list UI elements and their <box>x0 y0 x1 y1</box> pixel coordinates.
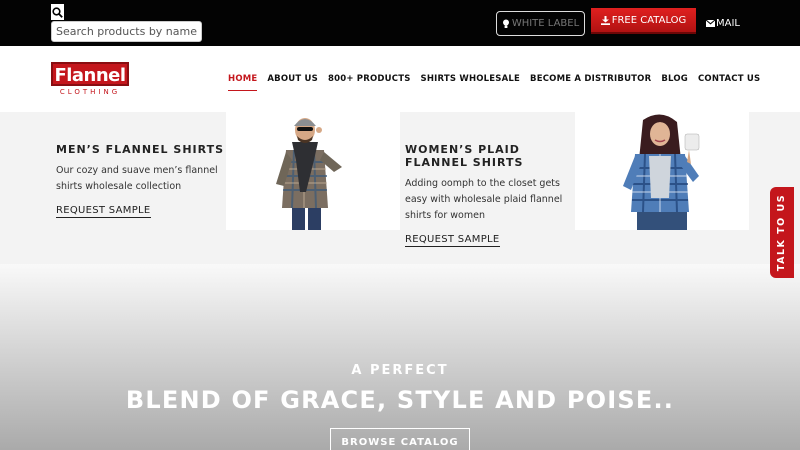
mens-request-sample-link[interactable]: REQUEST SAMPLE <box>56 205 151 218</box>
nav-blog[interactable]: BLOG <box>661 74 688 91</box>
logo[interactable]: Flannel CLOTHING <box>51 62 129 98</box>
nav-links: HOME ABOUT US 800+ PRODUCTS SHIRTS WHOLE… <box>228 74 760 91</box>
logo-wordmark: Flannel <box>51 62 129 86</box>
bulb-icon <box>502 19 509 28</box>
talk-to-us-tab[interactable]: TALK TO US <box>770 187 794 278</box>
nav-contact-us[interactable]: CONTACT US <box>698 74 760 91</box>
product-section: MEN’S FLANNEL SHIRTS Our cozy and suave … <box>0 112 800 264</box>
womens-model-image <box>575 112 749 230</box>
nav-shirts-wholesale[interactable]: SHIRTS WHOLESALE <box>421 74 521 91</box>
mens-product-card: MEN’S FLANNEL SHIRTS Our cozy and suave … <box>56 143 226 218</box>
nav-products[interactable]: 800+ PRODUCTS <box>328 74 411 91</box>
hero-subtitle: A PERFECT <box>351 363 449 378</box>
nav-about-us[interactable]: ABOUT US <box>267 74 318 91</box>
white-label-button[interactable]: WHITE LABEL <box>496 11 585 36</box>
free-catalog-text: FREE CATALOG <box>611 14 687 26</box>
mens-title: MEN’S FLANNEL SHIRTS <box>56 143 225 156</box>
mail-text: MAIL <box>716 17 740 29</box>
mail-icon <box>706 19 715 27</box>
womens-request-sample-link[interactable]: REQUEST SAMPLE <box>405 234 500 247</box>
white-label-text: WHITE LABEL <box>511 18 580 29</box>
nav-become-distributor[interactable]: BECOME A DISTRIBUTOR <box>530 74 651 91</box>
womens-product-card: WOMEN’S PLAID FLANNEL SHIRTS Adding oomp… <box>405 143 575 247</box>
hero-title: BLEND OF GRACE, STYLE AND POISE.. <box>125 386 675 414</box>
free-catalog-button[interactable]: FREE CATALOG <box>591 8 696 34</box>
main-nav: Flannel CLOTHING HOME ABOUT US 800+ PROD… <box>0 46 800 112</box>
nav-home[interactable]: HOME <box>228 74 258 91</box>
mens-description: Our cozy and suave men’s flannel shirts … <box>56 165 218 192</box>
womens-description: Adding oomph to the closet gets easy wit… <box>405 178 563 221</box>
search-icon <box>52 6 63 18</box>
womens-title: WOMEN’S PLAID FLANNEL SHIRTS <box>405 143 524 169</box>
hero-banner: A PERFECT BLEND OF GRACE, STYLE AND POIS… <box>0 264 800 450</box>
talk-to-us-label: TALK TO US <box>776 193 788 272</box>
download-icon <box>600 15 610 25</box>
search-button[interactable] <box>51 4 64 20</box>
search-input[interactable] <box>51 21 202 42</box>
mens-model-image <box>226 112 400 230</box>
logo-subtitle: CLOTHING <box>59 88 121 96</box>
mail-link[interactable]: MAIL <box>706 17 740 29</box>
top-bar: WHITE LABEL FREE CATALOG MAIL <box>0 0 800 46</box>
browse-catalog-button[interactable]: BROWSE CATALOG <box>330 428 470 450</box>
